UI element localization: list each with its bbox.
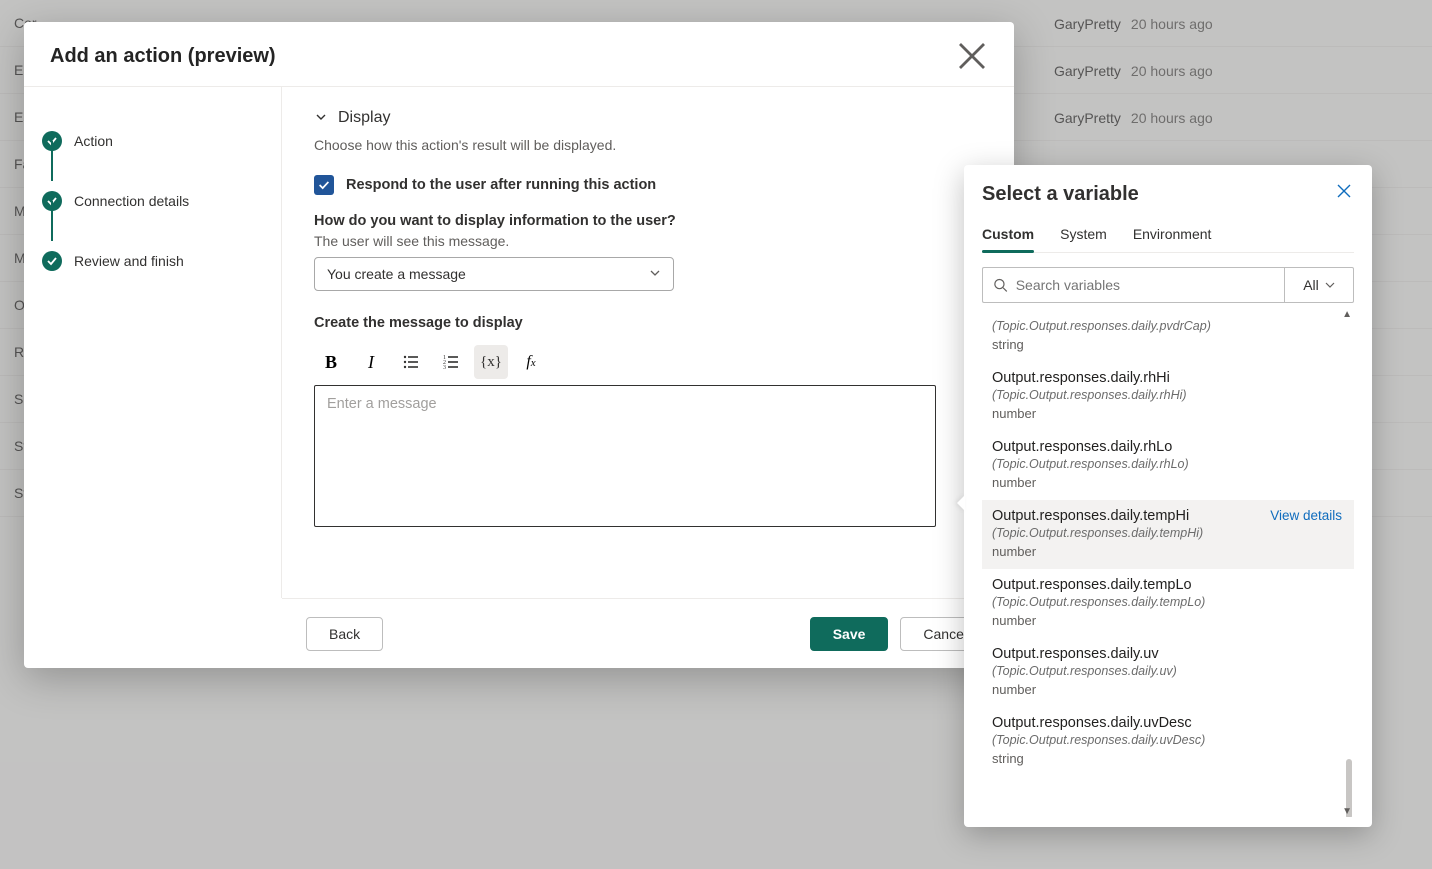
variable-path: (Topic.Output.responses.daily.uv)	[992, 664, 1344, 678]
bold-button[interactable]: B	[314, 345, 348, 379]
back-button[interactable]: Back	[306, 617, 383, 651]
create-message-label: Create the message to display	[314, 315, 982, 331]
variable-type: string	[992, 751, 1344, 766]
editor-toolbar: B I 123 {x} fx	[314, 345, 982, 379]
wizard-step[interactable]: Action	[42, 111, 263, 171]
flyout-pointer	[957, 495, 965, 511]
wizard-step[interactable]: Connection details	[42, 171, 263, 231]
variable-list[interactable]: ▲ ▼ (Topic.Output.responses.daily.pvdrCa…	[982, 309, 1354, 817]
display-section-title: Display	[338, 109, 390, 127]
wizard-step-label: Review and finish	[74, 253, 184, 269]
variable-path: (Topic.Output.responses.daily.rhLo)	[992, 457, 1344, 471]
variable-item[interactable]: Output.responses.daily.rhLo (Topic.Output…	[982, 431, 1354, 500]
wizard-step-label: Connection details	[74, 193, 189, 209]
variable-item[interactable]: Output.responses.daily.tempHi(Topic.Outp…	[982, 500, 1354, 569]
insert-variable-button[interactable]: {x}	[474, 345, 508, 379]
modal-footer: Back Save Cancel	[282, 598, 1014, 668]
display-mode-value: You create a message	[327, 266, 466, 282]
variable-type: number	[992, 544, 1344, 559]
variable-name: Output.responses.daily.rhHi	[992, 370, 1344, 386]
display-section-header[interactable]: Display	[314, 109, 982, 127]
scroll-down-caret[interactable]: ▼	[1342, 806, 1352, 817]
variable-path: (Topic.Output.responses.daily.pvdrCap)	[992, 319, 1344, 333]
display-sub-label: The user will see this message.	[314, 233, 982, 249]
variable-item[interactable]: Output.responses.daily.tempLo (Topic.Outp…	[982, 569, 1354, 638]
variable-name: Output.responses.daily.tempLo	[992, 577, 1344, 593]
chevron-down-icon	[649, 266, 661, 282]
variable-name: Output.responses.daily.uvDesc	[992, 715, 1344, 731]
search-icon	[993, 277, 1008, 293]
variable-tab[interactable]: Environment	[1133, 220, 1212, 252]
variable-picker-title: Select a variable	[982, 183, 1354, 206]
variable-tab[interactable]: System	[1060, 220, 1107, 252]
wizard-step-label: Action	[74, 133, 113, 149]
save-button[interactable]: Save	[810, 617, 889, 651]
variable-item[interactable]: Output.responses.daily.uvDesc (Topic.Outp…	[982, 707, 1354, 776]
variable-item[interactable]: Output.responses.daily.rhHi (Topic.Output…	[982, 362, 1354, 431]
variable-tab[interactable]: Custom	[982, 220, 1034, 252]
display-section-description: Choose how this action's result will be …	[314, 137, 982, 153]
wizard-step[interactable]: Review and finish	[42, 231, 263, 291]
variable-type: number	[992, 613, 1344, 628]
numbered-list-button[interactable]: 123	[434, 345, 468, 379]
view-details-link[interactable]: View details	[1270, 508, 1342, 523]
modal-title: Add an action (preview)	[50, 45, 276, 68]
variable-name: Output.responses.daily.rhLo	[992, 439, 1344, 455]
message-editor[interactable]: Enter a message	[314, 385, 936, 527]
wizard-stepper: Action Connection details Review and finis…	[24, 87, 282, 598]
respond-checkbox[interactable]	[314, 175, 334, 195]
close-icon[interactable]	[1330, 179, 1358, 207]
bullet-list-button[interactable]	[394, 345, 428, 379]
add-action-modal: Add an action (preview) Action Connection…	[24, 22, 1014, 668]
variable-filter-label: All	[1303, 277, 1319, 293]
display-mode-select[interactable]: You create a message	[314, 257, 674, 291]
variable-filter-dropdown[interactable]: All	[1284, 267, 1354, 303]
chevron-down-icon	[314, 110, 328, 127]
check-icon	[42, 251, 62, 271]
variable-name: Output.responses.daily.uv	[992, 646, 1344, 662]
variable-item[interactable]: Output.responses.daily.uv (Topic.Output.r…	[982, 638, 1354, 707]
variable-picker: Select a variable Custom System Environmen…	[964, 165, 1372, 827]
italic-button[interactable]: I	[354, 345, 388, 379]
variable-type: string	[992, 337, 1344, 352]
variable-type: number	[992, 682, 1344, 697]
chevron-down-icon	[1325, 280, 1335, 290]
modal-main-panel: Display Choose how this action's result …	[282, 87, 1014, 598]
variable-type: number	[992, 475, 1344, 490]
svg-text:3: 3	[443, 365, 446, 371]
modal-header: Add an action (preview)	[24, 22, 1014, 87]
respond-checkbox-label: Respond to the user after running this a…	[346, 177, 656, 193]
variable-path: (Topic.Output.responses.daily.tempLo)	[992, 595, 1344, 609]
variable-search-input[interactable]	[1016, 277, 1274, 293]
formula-button[interactable]: fx	[514, 345, 548, 379]
editor-placeholder: Enter a message	[327, 396, 437, 412]
display-question-label: How do you want to display information t…	[314, 213, 982, 229]
variable-picker-tabs: Custom System Environment	[982, 220, 1354, 253]
variable-path: (Topic.Output.responses.daily.uvDesc)	[992, 733, 1344, 747]
variable-path: (Topic.Output.responses.daily.rhHi)	[992, 388, 1344, 402]
variable-search-box[interactable]	[982, 267, 1284, 303]
close-icon[interactable]	[956, 40, 988, 72]
variable-path: (Topic.Output.responses.daily.tempHi)	[992, 526, 1344, 540]
variable-item[interactable]: (Topic.Output.responses.daily.pvdrCap) st…	[982, 309, 1354, 362]
variable-type: number	[992, 406, 1344, 421]
